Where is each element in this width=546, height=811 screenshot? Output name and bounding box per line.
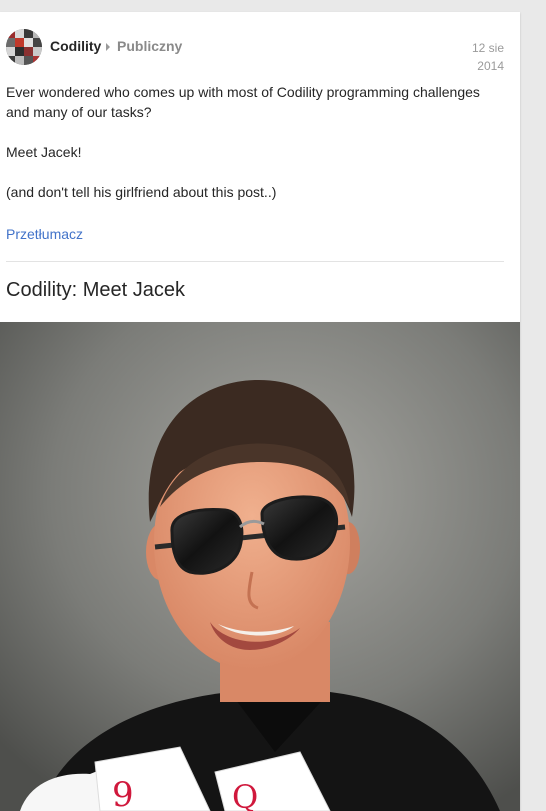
visibility-label[interactable]: Publiczny bbox=[117, 38, 182, 54]
divider bbox=[6, 261, 504, 262]
post-date-year: 2014 bbox=[477, 59, 504, 73]
author-name[interactable]: Codility bbox=[50, 38, 101, 54]
post-paragraph: (and don't tell his girlfriend about thi… bbox=[6, 184, 277, 200]
post-header: Codility Publiczny 12 sie 2014 bbox=[0, 12, 520, 76]
link-preview-photo[interactable]: 9 Q bbox=[0, 322, 520, 811]
post-date-day: 12 sie bbox=[471, 41, 504, 55]
post-body: Ever wondered who comes up with most of … bbox=[6, 82, 506, 222]
post-date[interactable]: 12 sie 2014 bbox=[444, 39, 504, 75]
avatar[interactable] bbox=[6, 29, 42, 65]
translate-link[interactable]: Przetłumacz bbox=[6, 226, 83, 242]
link-preview-title[interactable]: Codility: Meet Jacek bbox=[6, 279, 185, 302]
svg-text:Q: Q bbox=[232, 778, 258, 811]
caret-right-icon bbox=[106, 43, 110, 51]
post-card: Codility Publiczny 12 sie 2014 Ever wond… bbox=[0, 12, 520, 811]
post-paragraph: Ever wondered who comes up with most of … bbox=[6, 84, 480, 120]
svg-text:9: 9 bbox=[112, 775, 134, 811]
page: Codility Publiczny 12 sie 2014 Ever wond… bbox=[0, 0, 546, 811]
post-paragraph: Meet Jacek! bbox=[6, 144, 82, 160]
